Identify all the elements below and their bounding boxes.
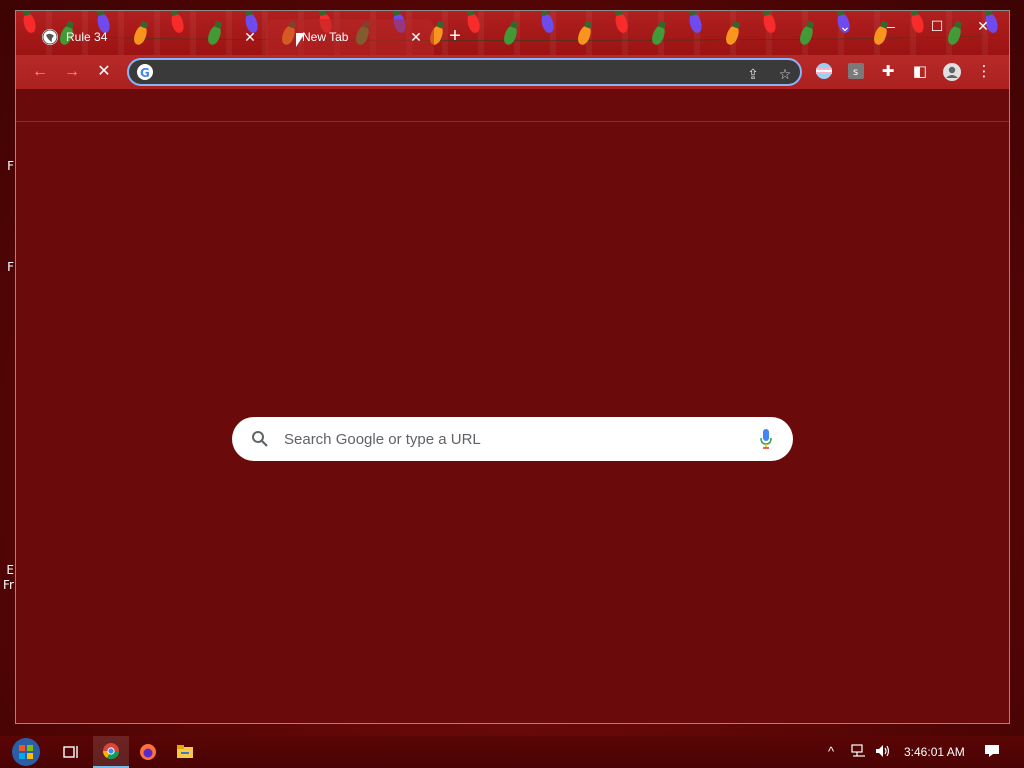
close-tab-icon[interactable]: ✕ <box>408 29 424 45</box>
close-tab-icon[interactable]: ✕ <box>242 29 258 45</box>
forward-button[interactable]: → <box>60 60 84 84</box>
browser-window: Rule 34 ✕ New Tab ✕ + ⌄ – ☐ ✕ ← → ✕ G ⇪ … <box>15 10 1010 724</box>
chrome-taskbar-icon[interactable] <box>93 736 129 768</box>
taskbar-clock[interactable]: 3:46:01 AM <box>904 745 965 759</box>
profile-avatar-icon[interactable] <box>942 62 962 82</box>
desktop-icon-label[interactable]: F <box>0 260 14 274</box>
back-button[interactable]: ← <box>28 60 52 84</box>
globe-icon <box>42 29 58 45</box>
file-explorer-icon[interactable] <box>167 736 203 768</box>
side-panel-icon[interactable]: ◧ <box>910 62 930 82</box>
maximize-button[interactable]: ☐ <box>914 11 960 41</box>
extensions-puzzle-icon[interactable]: ✚ <box>878 62 898 82</box>
tray-overflow-chevron-icon[interactable]: ^ <box>828 744 834 759</box>
omnibox[interactable]: G ⇪ ☆ <box>127 58 802 86</box>
extension-flag-icon[interactable] <box>814 62 834 82</box>
start-button[interactable] <box>8 736 44 768</box>
desktop-icon-label[interactable]: F <box>0 159 14 173</box>
taskbar: ^ 3:46:01 AM <box>0 736 1024 768</box>
tab-search-icon[interactable]: ⌄ <box>822 11 868 41</box>
task-view-icon[interactable] <box>54 736 90 768</box>
svg-text:s: s <box>853 67 858 78</box>
tab-title: Rule 34 <box>66 30 108 44</box>
share-icon[interactable]: ⇪ <box>743 64 763 84</box>
tab-new-tab[interactable]: New Tab ✕ <box>266 19 434 55</box>
new-tab-button[interactable]: + <box>444 26 466 48</box>
action-center-icon[interactable] <box>984 744 1000 761</box>
stop-button[interactable]: ✕ <box>92 60 116 84</box>
bookmark-star-icon[interactable]: ☆ <box>775 64 795 84</box>
microphone-icon[interactable] <box>759 428 773 450</box>
svg-text:G: G <box>140 66 150 80</box>
network-icon[interactable] <box>851 744 867 761</box>
firefox-taskbar-icon[interactable] <box>130 736 166 768</box>
desktop-icon-label[interactable]: Fr <box>0 578 14 592</box>
minimize-button[interactable]: – <box>868 11 914 41</box>
desktop-icon-label[interactable]: E <box>0 563 14 577</box>
extension-s-icon[interactable]: s <box>846 62 866 82</box>
menu-kebab-icon[interactable]: ⋮ <box>974 62 994 82</box>
search-icon <box>250 429 270 449</box>
address-input[interactable] <box>161 63 721 83</box>
ntp-search-input[interactable] <box>284 428 744 450</box>
tab-strip: Rule 34 ✕ New Tab ✕ + ⌄ – ☐ ✕ <box>16 11 1009 55</box>
mouse-cursor-icon <box>296 33 305 47</box>
tab-rule-34[interactable]: Rule 34 ✕ <box>32 19 268 55</box>
new-tab-page <box>16 122 1009 723</box>
close-window-button[interactable]: ✕ <box>960 11 1006 41</box>
ntp-search-box[interactable] <box>232 417 793 461</box>
toolbar: ← → ✕ G ⇪ ☆ s ✚ ◧ ⋮ <box>16 55 1009 89</box>
volume-icon[interactable] <box>875 744 891 761</box>
google-icon: G <box>137 64 153 80</box>
